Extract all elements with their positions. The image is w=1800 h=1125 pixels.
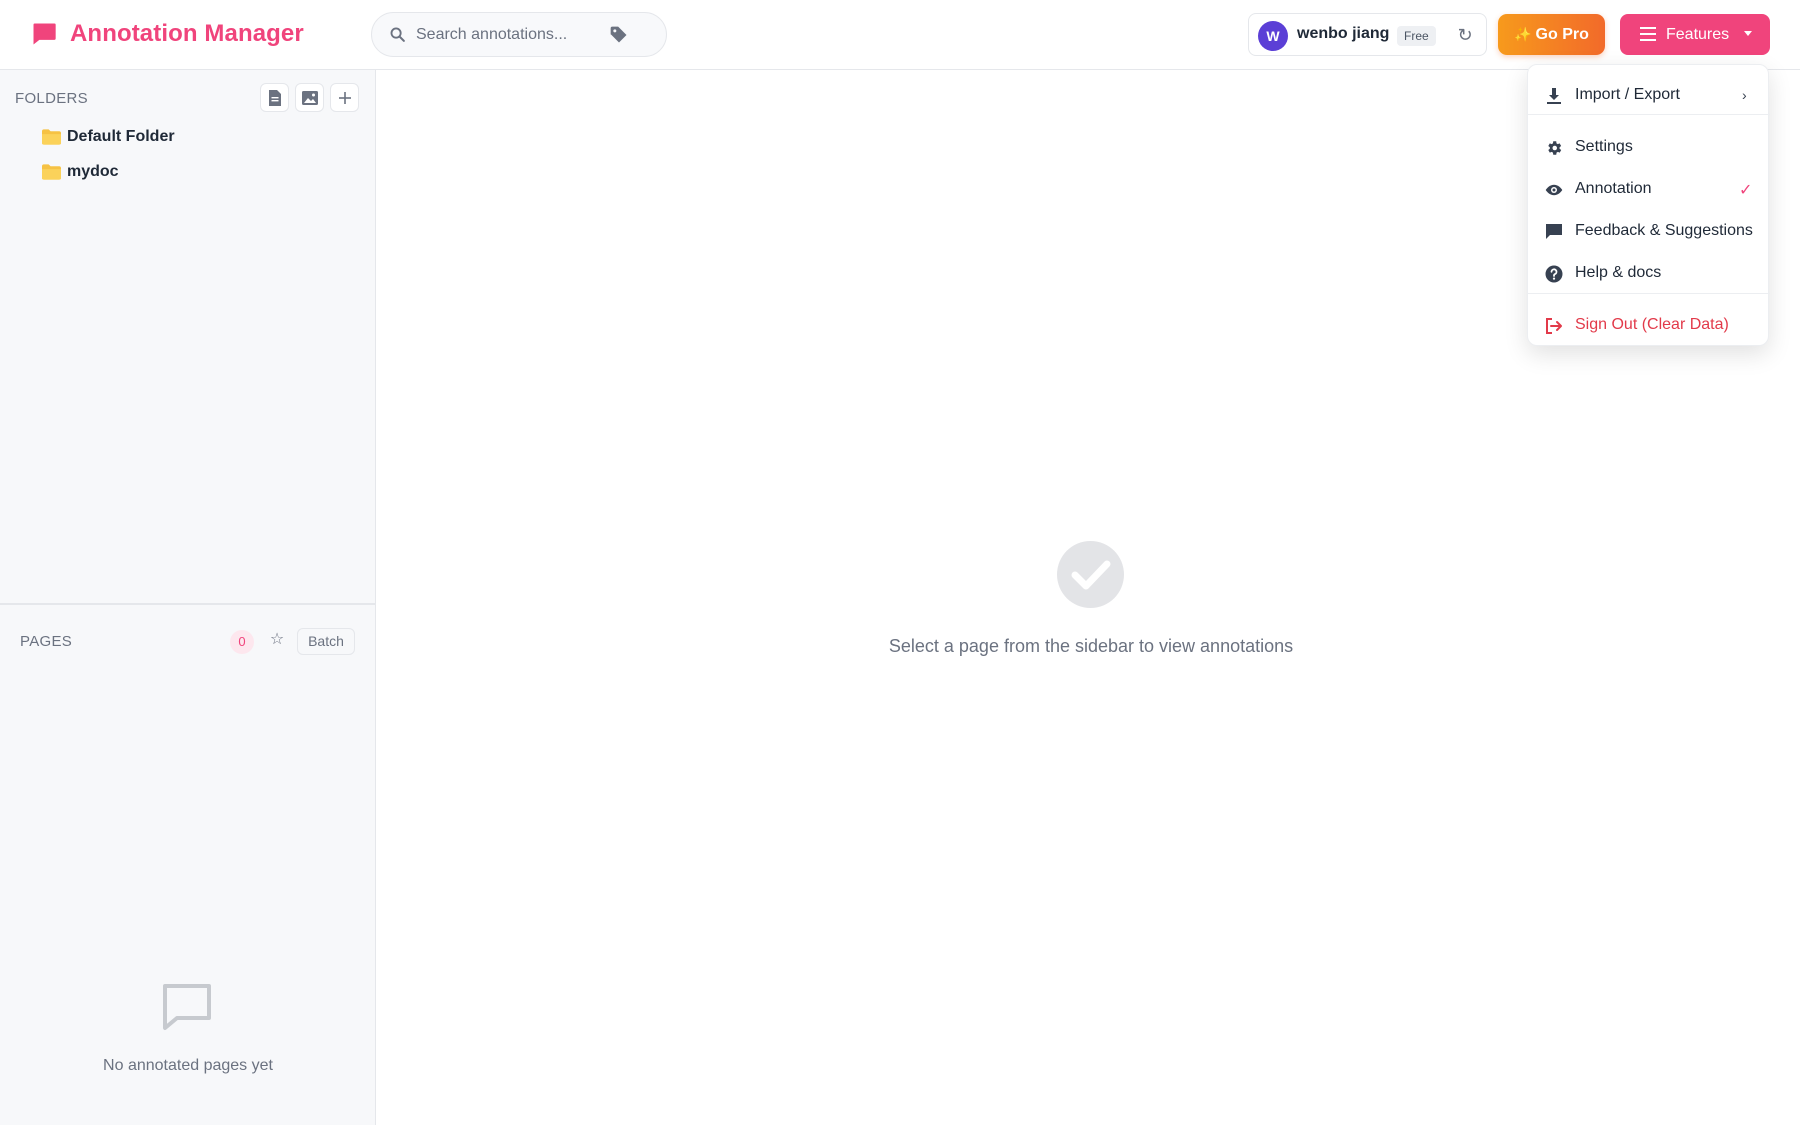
empty-comment-icon [163, 984, 211, 1030]
brand: Annotation Manager [30, 20, 304, 48]
new-page-button[interactable] [260, 83, 289, 112]
folders-heading: FOLDERS [15, 90, 88, 107]
menu-item-label: Import / Export [1575, 86, 1680, 103]
go-pro-button[interactable]: ✨ Go Pro [1498, 14, 1605, 55]
search-bar [371, 12, 667, 57]
menu-item-label: Annotation [1575, 180, 1652, 197]
refresh-icon[interactable]: ↻ [1454, 22, 1476, 48]
check-circle-icon [1057, 541, 1124, 608]
search-icon [390, 27, 405, 42]
menu-divider [1528, 114, 1770, 115]
avatar: W [1258, 21, 1288, 51]
menu-item-sign-out[interactable]: Sign Out (Clear Data) [1528, 307, 1770, 345]
plan-badge: Free [1397, 26, 1436, 46]
go-pro-label: Go Pro [1535, 25, 1589, 43]
user-name: wenbo jiang [1297, 25, 1390, 42]
menu-item-label: Feedback & Suggestions [1575, 222, 1753, 239]
batch-button[interactable]: Batch [297, 628, 355, 655]
menu-item-label: Sign Out (Clear Data) [1575, 316, 1729, 333]
menu-item-label: Help & docs [1575, 264, 1662, 281]
folder-icon [42, 129, 61, 145]
sidebar: FOLDERS Default Folder mydoc PAGES 0 ☆ B… [0, 70, 376, 1125]
search-input[interactable] [416, 23, 586, 47]
gear-icon [1548, 141, 1562, 155]
top-bar: Annotation Manager W wenbo jiang Free ↻ … [0, 0, 1800, 70]
new-page-icon [268, 89, 281, 106]
comment-icon [1546, 224, 1562, 239]
menu-item-import-export[interactable]: Import / Export › [1528, 77, 1770, 115]
sparkle-icon: ✨ [1514, 26, 1532, 42]
empty-pages-text: No annotated pages yet [103, 1057, 273, 1074]
star-filter-icon[interactable]: ☆ [266, 627, 288, 653]
check-mark-icon: ✓ [1739, 182, 1753, 199]
features-button[interactable]: Features [1620, 14, 1770, 55]
chevron-right-icon: › [1742, 87, 1747, 103]
folder-icon [42, 164, 61, 180]
new-image-button[interactable] [295, 83, 324, 112]
download-icon [1547, 88, 1561, 104]
folder-label: Default Folder [67, 128, 175, 145]
menu-icon [1640, 27, 1656, 41]
caret-down-icon [1744, 31, 1752, 36]
tag-icon[interactable] [608, 25, 630, 45]
pages-heading: PAGES [20, 633, 73, 650]
features-dropdown-menu: Import / Export › Settings Annotation ✓ … [1527, 64, 1770, 346]
menu-item-feedback[interactable]: Feedback & Suggestions [1528, 213, 1770, 251]
sign-out-icon [1546, 318, 1562, 334]
menu-item-annotation[interactable]: Annotation ✓ [1528, 171, 1770, 209]
comment-logo-icon [33, 23, 56, 45]
menu-divider [1528, 293, 1770, 294]
folder-label: mydoc [67, 163, 119, 180]
help-icon [1545, 265, 1563, 283]
plus-icon [338, 91, 351, 104]
image-icon [301, 90, 318, 105]
menu-item-label: Settings [1575, 138, 1633, 155]
sidebar-divider [0, 603, 376, 605]
menu-item-settings[interactable]: Settings [1528, 129, 1770, 167]
folder-item-mydoc[interactable]: mydoc [42, 163, 119, 181]
pages-count-badge: 0 [230, 630, 254, 654]
eye-icon [1545, 184, 1563, 196]
folder-item-default[interactable]: Default Folder [42, 128, 175, 146]
main-empty-text: Select a page from the sidebar to view a… [888, 636, 1294, 656]
app-title: Annotation Manager [70, 20, 304, 47]
user-card[interactable]: W wenbo jiang Free ↻ [1248, 13, 1487, 56]
add-folder-button[interactable] [330, 83, 359, 112]
menu-item-help[interactable]: Help & docs [1528, 255, 1770, 293]
features-label: Features [1666, 26, 1730, 43]
